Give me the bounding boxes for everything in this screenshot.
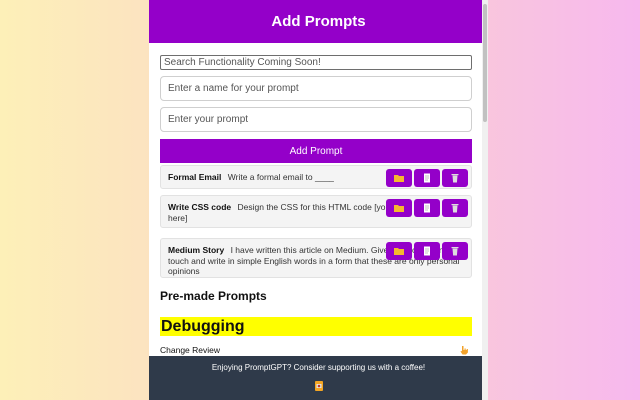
trash-icon (451, 174, 459, 183)
support-footer: Enjoying PromptGPT? Consider supporting … (149, 356, 488, 400)
premade-prompt-item[interactable]: Change Review (160, 345, 472, 355)
prompt-card: Formal Email Write a formal email to ___… (160, 165, 472, 189)
document-icon (424, 203, 430, 213)
folder-icon (394, 248, 404, 255)
search-placeholder: Search Functionality Coming Soon! (164, 57, 321, 68)
prompt-name-input[interactable]: Enter a name for your prompt (160, 76, 472, 101)
premade-section-title: Pre-made Prompts (160, 289, 267, 303)
prompt-text: Write a formal email to ____ (227, 172, 334, 182)
delete-prompt-button[interactable] (442, 242, 468, 260)
category-heading[interactable]: Debugging (160, 317, 472, 336)
scrollbar-thumb[interactable] (483, 4, 487, 122)
copy-prompt-button[interactable] (414, 169, 440, 187)
open-prompt-button[interactable] (386, 169, 412, 187)
document-icon (424, 246, 430, 256)
prompt-actions (386, 169, 468, 187)
prompt-name: Write CSS code (168, 202, 232, 212)
popup-content: Search Functionality Coming Soon! Enter … (149, 43, 488, 355)
prompt-text-input[interactable]: Enter your prompt (160, 107, 472, 132)
coffee-cup-icon[interactable] (314, 380, 324, 392)
prompt-name: Medium Story (168, 245, 225, 255)
page-title: Add Prompts (271, 13, 366, 30)
document-icon (424, 173, 430, 183)
prompt-actions (386, 242, 468, 260)
open-prompt-button[interactable] (386, 242, 412, 260)
delete-prompt-button[interactable] (442, 199, 468, 217)
copy-prompt-button[interactable] (414, 199, 440, 217)
add-prompt-button[interactable]: Add Prompt (160, 139, 472, 163)
add-prompt-label: Add Prompt (289, 145, 343, 157)
delete-prompt-button[interactable] (442, 169, 468, 187)
copy-prompt-button[interactable] (414, 242, 440, 260)
folder-icon (394, 175, 404, 182)
prompt-name: Formal Email (168, 172, 222, 182)
category-label: Debugging (161, 317, 245, 335)
trash-icon (451, 247, 459, 256)
support-text: Enjoying PromptGPT? Consider supporting … (211, 363, 426, 372)
prompt-card: Write CSS code Design the CSS for this H… (160, 195, 472, 228)
trash-icon (451, 204, 459, 213)
prompt-card: Medium Story I have written this article… (160, 238, 472, 278)
scrollbar[interactable] (482, 0, 488, 400)
pointer-hand-icon (460, 346, 468, 355)
prompt-actions (386, 199, 468, 217)
prompt-name-placeholder: Enter a name for your prompt (168, 83, 299, 94)
prompt-popup: Add Prompts Search Functionality Coming … (149, 0, 488, 400)
popup-header: Add Prompts (149, 0, 488, 43)
open-prompt-button[interactable] (386, 199, 412, 217)
premade-prompt-label: Change Review (160, 345, 221, 355)
search-input[interactable]: Search Functionality Coming Soon! (160, 55, 472, 70)
prompt-text-placeholder: Enter your prompt (168, 114, 249, 125)
folder-icon (394, 205, 404, 212)
